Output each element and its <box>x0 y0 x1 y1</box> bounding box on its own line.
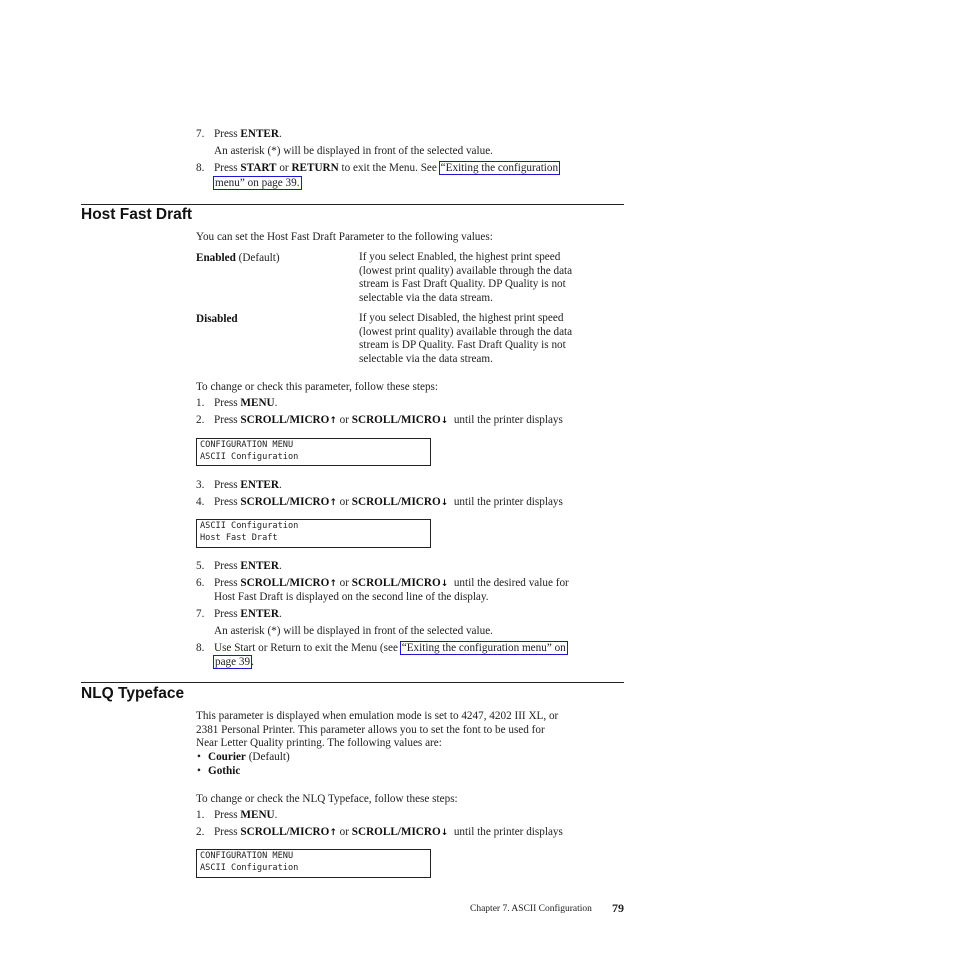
value-term-enabled: Enabled (Default) <box>196 252 280 264</box>
step-1-text: Press MENU. <box>214 809 278 821</box>
step-number: 3. <box>196 479 205 491</box>
arrow-up-icon: ↑ <box>329 579 337 589</box>
section-heading-nlq-typeface: NLQ Typeface <box>81 685 185 702</box>
display-line-2: ASCII Configuration <box>200 451 299 462</box>
exiting-config-menu-link-cont[interactable]: page 39 <box>213 655 253 669</box>
step-8-text: Press START or RETURN to exit the Menu. … <box>214 161 561 175</box>
host-fast-draft-intro: You can set the Host Fast Draft Paramete… <box>196 231 493 243</box>
typeface-option-gothic: Gothic <box>208 765 241 777</box>
step-6-text: Press SCROLL/MICRO↑ or SCROLL/MICRO↓ unt… <box>214 577 569 589</box>
bullet-icon: • <box>197 751 201 763</box>
step-number: 1. <box>196 397 205 409</box>
printer-display: ASCII Configuration Host Fast Draft <box>196 519 431 548</box>
section-heading-host-fast-draft: Host Fast Draft <box>81 206 193 223</box>
value-desc-enabled: If you select Enabled, the highest print… <box>359 251 572 305</box>
step-7-note: An asterisk (*) will be displayed in fro… <box>214 625 493 637</box>
desc-line: (lowest print quality) available through… <box>359 325 573 338</box>
value-desc-disabled: If you select Disabled, the highest prin… <box>359 312 572 366</box>
steps-intro: To change or check the NLQ Typeface, fol… <box>196 793 458 805</box>
step-3-text: Press ENTER. <box>214 479 282 491</box>
step-7-note: An asterisk (*) will be displayed in fro… <box>214 145 493 157</box>
printer-display: CONFIGURATION MENU ASCII Configuration <box>196 438 431 466</box>
step-7-text: Press ENTER. <box>214 128 282 140</box>
step-number: 6. <box>196 577 205 589</box>
desc-line: If you select Disabled, the highest prin… <box>359 312 564 324</box>
footer-chapter-title: Chapter 7. ASCII Configuration <box>470 904 592 914</box>
page-number: 79 <box>612 901 624 915</box>
desc-line: If you select Enabled, the highest print… <box>359 251 561 263</box>
desc-line: selectable via the data stream. <box>359 352 493 365</box>
arrow-up-icon: ↑ <box>329 828 337 838</box>
step-number: 8. <box>196 162 205 174</box>
step-number: 7. <box>196 608 205 620</box>
desc-line: selectable via the data stream. <box>359 291 493 304</box>
desc-line: stream is Fast Draft Quality. DP Quality… <box>359 278 566 291</box>
step-number: 7. <box>196 128 205 140</box>
section-divider <box>81 682 624 683</box>
step-2-text: Press SCROLL/MICRO↑ or SCROLL/MICRO↓ unt… <box>214 826 563 838</box>
step-8-text-cont: menu” on page 39. <box>213 176 302 190</box>
exiting-config-menu-link[interactable]: “Exiting the configuration <box>438 161 561 175</box>
step-number: 2. <box>196 826 205 838</box>
bullet-icon: • <box>197 765 201 777</box>
step-4-text: Press SCROLL/MICRO↑ or SCROLL/MICRO↓ unt… <box>214 496 563 508</box>
step-number: 1. <box>196 809 205 821</box>
value-term-disabled: Disabled <box>196 313 238 325</box>
exiting-config-menu-link[interactable]: “Exiting the configuration menu” on <box>399 641 568 655</box>
printer-display: CONFIGURATION MENU ASCII Configuration <box>196 849 431 878</box>
step-number: 8. <box>196 642 205 654</box>
arrow-up-icon: ↑ <box>329 498 337 508</box>
display-line-2: ASCII Configuration <box>200 862 299 873</box>
desc-line: stream is DP Quality. Fast Draft Quality… <box>359 339 566 352</box>
desc-line: (lowest print quality) available through… <box>359 264 573 277</box>
display-line-1: ASCII Configuration <box>200 521 299 531</box>
step-5-text: Press ENTER. <box>214 560 282 572</box>
step-2-text: Press SCROLL/MICRO↑ or SCROLL/MICRO↓ unt… <box>214 414 563 426</box>
step-number: 2. <box>196 414 205 426</box>
step-number: 4. <box>196 496 205 508</box>
steps-intro: To change or check this parameter, follo… <box>196 381 439 393</box>
section-divider <box>81 204 624 205</box>
intro-line: This parameter is displayed when emulati… <box>196 710 559 722</box>
intro-line: Near Letter Quality printing. The follow… <box>196 737 442 750</box>
step-8-text: Use Start or Return to exit the Menu (se… <box>214 641 568 655</box>
step-7-text: Press ENTER. <box>214 608 282 620</box>
nlq-intro: This parameter is displayed when emulati… <box>196 710 558 751</box>
display-line-1: CONFIGURATION MENU <box>200 851 294 861</box>
display-line-2: Host Fast Draft <box>200 532 278 543</box>
step-number: 5. <box>196 560 205 572</box>
step-6-text-cont: Host Fast Draft is displayed on the seco… <box>214 591 489 603</box>
step-8-text-cont: page 39. <box>213 655 254 669</box>
display-line-1: CONFIGURATION MENU <box>200 440 294 450</box>
exiting-config-menu-link-cont[interactable]: menu” on page 39. <box>213 176 302 190</box>
typeface-option-courier: Courier (Default) <box>208 751 290 763</box>
step-1-text: Press MENU. <box>214 397 278 409</box>
arrow-up-icon: ↑ <box>329 416 337 426</box>
intro-line: 2381 Personal Printer. This parameter al… <box>196 723 545 736</box>
